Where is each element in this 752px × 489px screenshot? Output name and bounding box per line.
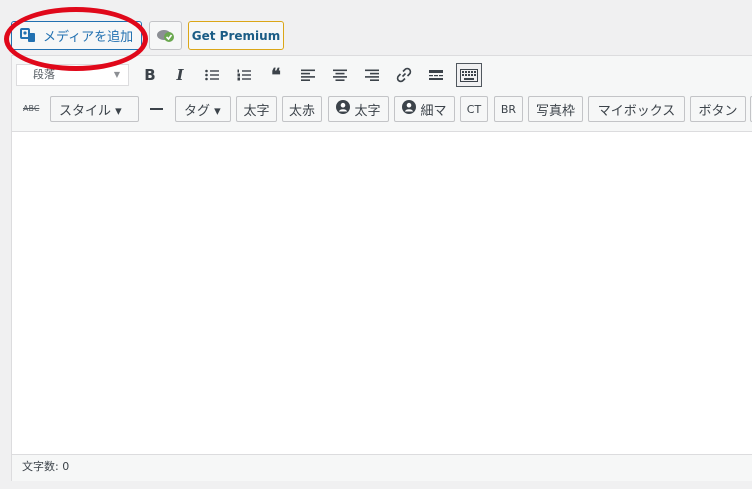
bold-red-button-label: 太赤 (288, 103, 315, 119)
numbered-list-icon[interactable] (233, 64, 255, 86)
tag-dropdown-label: タグ ▾ (184, 103, 221, 119)
button-button-label: ボタン (698, 103, 738, 119)
format-select[interactable]: 段落 ▼ (16, 64, 129, 86)
blockquote-icon[interactable]: ❝ (265, 64, 287, 86)
photo-frame-button[interactable]: 写真枠 (528, 96, 583, 122)
editor-toolbar: 段落 ▼ B I ❝ ABC スタイル ▾ タグ ▾ 太字 太赤 太字 細マ C… (12, 56, 752, 132)
align-right-icon[interactable] (361, 64, 383, 86)
tag-dropdown[interactable]: タグ ▾ (175, 96, 231, 122)
user-thin-button-label: 細マ (420, 103, 447, 119)
style-dropdown-label: スタイル ▾ (59, 103, 122, 119)
get-premium-button[interactable]: Get Premium (188, 21, 284, 50)
bullet-list-icon[interactable] (201, 64, 223, 86)
photo-frame-button-label: 写真枠 (535, 103, 575, 119)
status-bar: 文字数: 0 (12, 454, 752, 481)
add-media-label: メディアを追加 (43, 30, 134, 45)
user-bold-button[interactable]: 太字 (328, 96, 389, 122)
media-icon (20, 28, 35, 42)
ct-button[interactable]: CT (460, 96, 488, 122)
br-button-label: BR (500, 102, 517, 116)
italic-icon[interactable]: I (169, 64, 191, 86)
toolbar-toggle-icon[interactable] (456, 63, 482, 87)
chevron-down-icon: ▼ (113, 70, 120, 79)
my-box-button[interactable]: マイボックス (588, 96, 685, 122)
bold-button-label: 太字 (243, 103, 270, 119)
ct-button-label: CT (466, 102, 482, 116)
editor-content-area[interactable] (12, 132, 752, 432)
bold-icon[interactable]: B (139, 64, 161, 86)
bold-red-button[interactable]: 太赤 (282, 96, 322, 122)
read-more-icon[interactable] (425, 64, 447, 86)
user-circle-icon (336, 100, 351, 118)
user-thin-button[interactable]: 細マ (394, 96, 455, 122)
plugin-button[interactable] (149, 21, 182, 50)
style-dropdown[interactable]: スタイル ▾ (50, 96, 139, 122)
add-media-button[interactable]: メディアを追加 (11, 21, 142, 50)
strikethrough-icon[interactable]: ABC (23, 104, 39, 113)
plugin-check-icon (156, 29, 174, 42)
user-bold-button-label: 太字 (354, 103, 381, 119)
link-icon[interactable] (393, 64, 415, 86)
horizontal-line-icon[interactable] (150, 108, 163, 110)
get-premium-label: Get Premium (191, 28, 281, 43)
word-count: 文字数: 0 (22, 460, 70, 473)
editor: 段落 ▼ B I ❝ ABC スタイル ▾ タグ ▾ 太字 太赤 太字 細マ C… (11, 55, 752, 481)
align-center-icon[interactable] (329, 64, 351, 86)
format-select-value: 段落 (33, 68, 55, 81)
br-button[interactable]: BR (494, 96, 523, 122)
user-circle-icon (402, 100, 417, 118)
button-button[interactable]: ボタン (690, 96, 746, 122)
bold-button[interactable]: 太字 (236, 96, 277, 122)
align-left-icon[interactable] (297, 64, 319, 86)
my-box-button-label: マイボックス (597, 103, 676, 119)
